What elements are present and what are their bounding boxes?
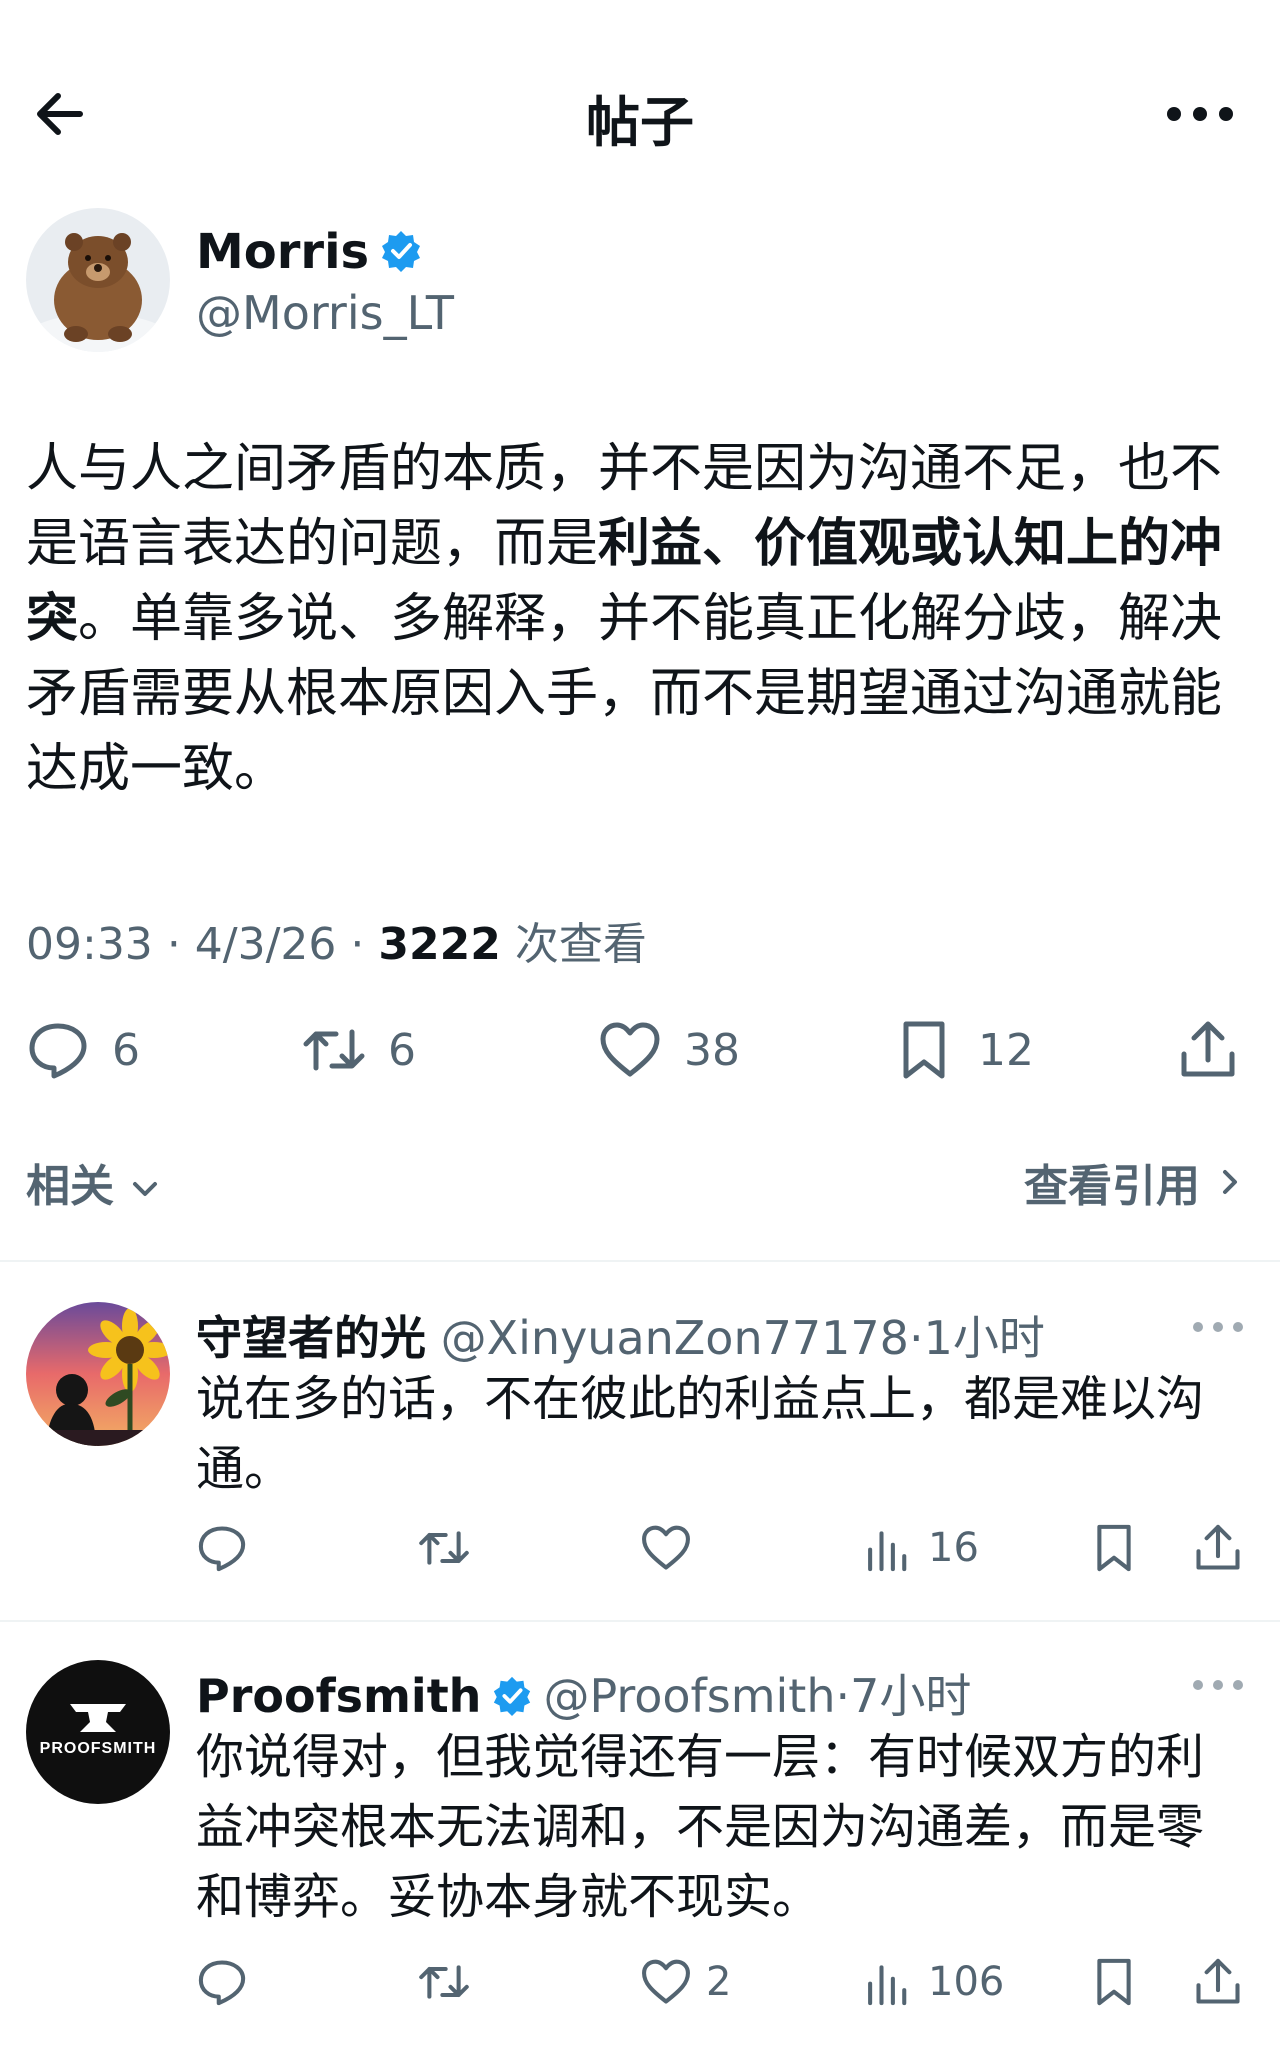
repost-button[interactable] [418,1516,484,1580]
reply-button[interactable] [196,1950,262,2014]
reply-icon [29,1023,87,1079]
author-handle[interactable]: @Morris_LT [196,286,454,340]
repost-button[interactable] [418,1950,484,2014]
more-icon[interactable] [1190,1312,1246,1342]
views-button[interactable]: 106 [862,1950,1004,2014]
verified-badge-icon [382,231,421,272]
meta-separator: · [835,1669,851,1723]
post-date[interactable]: 4/3/26 [195,919,337,970]
repost-icon [419,1965,469,1999]
like-count: 38 [684,1024,740,1076]
reply-header: 守望者的光 @XinyuanZon77178·1小时 [196,1302,1045,1368]
share-button[interactable] [1192,1950,1258,2014]
more-button[interactable] [1160,82,1240,146]
repost-count: 6 [388,1024,416,1076]
bookmark-button[interactable] [1088,1516,1154,1580]
avatar[interactable]: PROOFSMITH [26,1660,170,1804]
verified-badge-icon [494,1676,531,1716]
bookmark-icon [903,1021,945,1079]
like-icon [600,1022,660,1077]
top-bar: 帖子 [0,70,1280,160]
views-icon [868,1965,907,2006]
post-text-part-2: 。单靠多说、多解释，并不能真正化解分歧，解决矛盾需要从根本原因入手，而不是期望通… [26,589,1223,799]
related-dropdown[interactable]: 相关 [26,1150,161,1214]
reply-count: 6 [112,1024,140,1076]
bookmark-button[interactable] [1088,1950,1154,2014]
post-actions: 6 6 38 12 [26,1010,1246,1090]
share-button[interactable] [1192,1516,1258,1580]
repost-icon [303,1029,365,1071]
anvil-logo-icon [70,1704,126,1732]
chevron-right-icon [1223,1170,1237,1194]
post-author: Morris @Morris_LT [26,208,1256,358]
reply-text: 你说得对，但我觉得还有一层：有时候双方的利益冲突根本无法调和，不是因为沟通差，而… [196,1729,1205,1925]
avatar-logo-text: PROOFSMITH [39,1740,157,1757]
reply-actions: 16 [196,1516,1256,1580]
reply-time[interactable]: 1小时 [924,1311,1045,1365]
page-title: 帖子 [586,91,694,154]
bookmark-icon [1097,1524,1131,1572]
share-icon [1196,1958,1240,2004]
like-count: 2 [706,1959,732,2005]
view-quotes-label: 查看引用 [1024,1161,1200,1212]
divider [0,1620,1280,1622]
more-icon [1167,107,1233,121]
meta-separator: · [166,919,195,970]
meta-separator: · [908,1311,924,1365]
share-button[interactable] [1176,1010,1240,1090]
like-icon [642,1525,690,1570]
view-quotes-link[interactable]: 查看引用 [1024,1150,1246,1214]
post-meta: 09:33 · 4/3/26 · 3222 次查看 [26,908,647,972]
reply-author-name[interactable]: 守望者的光 [196,1311,426,1365]
related-label: 相关 [26,1161,114,1212]
bookmark-count: 12 [978,1024,1034,1076]
reply-button[interactable]: 6 [26,1010,140,1090]
repost-button[interactable]: 6 [302,1010,416,1090]
like-button[interactable] [640,1516,706,1580]
reply-author-name[interactable]: Proofsmith [196,1669,481,1723]
reply-icon [198,1526,246,1572]
reply-author-handle[interactable]: @XinyuanZon77178 [441,1311,909,1365]
author-name[interactable]: Morris [196,224,423,280]
more-icon[interactable] [1190,1670,1246,1700]
views-count: 106 [928,1959,1005,2005]
bookmark-button[interactable]: 12 [892,1010,1034,1090]
avatar[interactable] [26,208,170,352]
meta-separator: · [350,919,379,970]
repost-icon [419,1531,469,1565]
chevron-down-icon [133,1182,158,1196]
views-count: 16 [928,1525,979,1571]
avatar[interactable] [26,1302,170,1446]
reply-actions: 2 106 [196,1950,1256,2014]
reply-text: 说在多的话，不在彼此的利益点上，都是难以沟通。 [196,1371,1205,1497]
reply-header: Proofsmith @Proofsmith·7小时 [196,1660,971,1726]
bear-avatar-icon [26,208,170,352]
views-label: 次查看 [514,919,647,970]
like-button[interactable]: 2 [640,1950,731,2014]
sunflower-avatar-icon [26,1302,170,1446]
reply-item[interactable]: PROOFSMITH Proofsmith @Proofsmith·7小时 你说… [0,1660,1280,2060]
reply-author-handle[interactable]: @Proofsmith [543,1669,835,1723]
share-icon [1181,1021,1235,1077]
views-button[interactable]: 16 [862,1516,979,1580]
share-icon [1196,1524,1240,1570]
views-count[interactable]: 3222 [378,919,500,970]
reply-time[interactable]: 7小时 [850,1669,971,1723]
related-row: 相关 查看引用 [26,1150,1246,1216]
reply-item[interactable]: 守望者的光 @XinyuanZon77178·1小时 说在多的话，不在彼此的利益… [0,1302,1280,1622]
reply-button[interactable] [196,1516,262,1580]
divider [0,1260,1280,1262]
like-button[interactable]: 38 [598,1010,740,1090]
reply-icon [198,1960,246,2006]
post-time[interactable]: 09:33 [26,919,153,970]
bookmark-icon [1097,1958,1131,2006]
like-icon [642,1959,690,2004]
views-icon [868,1531,907,1572]
author-name-text: Morris [196,224,370,280]
post-body: 人与人之间矛盾的本质，并不是因为沟通不足，也不是语言表达的问题，而是利益、价值观… [26,432,1256,807]
